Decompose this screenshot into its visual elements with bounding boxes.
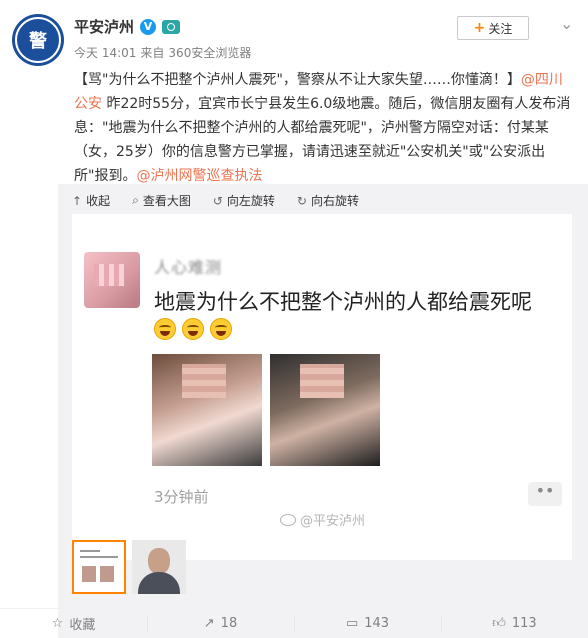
media-toolbar: ↑ 收起 ⌕ 查看大图 ↺ 向左旋转 ↻ 向右旋转 <box>72 192 359 209</box>
plus-icon: + <box>473 20 486 36</box>
like-count: 113 <box>511 616 537 631</box>
collapse-button[interactable]: ↑ 收起 <box>72 192 110 209</box>
thumbnail-strip <box>72 540 186 594</box>
laughing-emoji-icon <box>182 318 204 340</box>
like-icon: 👍︎ <box>492 616 506 631</box>
blurred-face <box>182 364 226 398</box>
account-avatar[interactable]: 警 <box>12 14 64 66</box>
post-time[interactable]: 今天 14:01 <box>74 44 136 61</box>
comment-button[interactable]: ▭ 143 <box>294 609 441 638</box>
collapse-icon: ↑ <box>72 193 83 208</box>
thumbnail-2[interactable] <box>132 540 186 594</box>
thumb-photo <box>100 566 114 582</box>
thumb-photo <box>82 566 96 582</box>
rotate-right-label: 向右旋转 <box>310 194 359 208</box>
screenshot-username: 人心难测 <box>154 258 223 277</box>
embedded-screenshot-image[interactable]: 人心难测 地震为什么不把整个泸州的人都给震死呢 3分钟前 •• <box>72 214 572 560</box>
thumbnail-1[interactable] <box>72 540 126 594</box>
media-panel: ↑ 收起 ⌕ 查看大图 ↺ 向左旋转 ↻ 向右旋转 人心难测 地震为什么不把整个… <box>58 184 588 638</box>
rotate-left-icon: ↺ <box>212 193 223 208</box>
screenshot-time: 3分钟前 <box>154 488 209 506</box>
follow-label: 关注 <box>488 21 513 36</box>
like-button[interactable]: 👍︎ 113 <box>441 609 588 638</box>
blurred-face <box>300 364 344 398</box>
blurred-face <box>94 264 124 286</box>
thumb-line <box>80 556 118 558</box>
laughing-emoji-icon <box>154 318 176 340</box>
account-name[interactable]: 平安泸州 <box>74 16 134 37</box>
collapse-label: 收起 <box>86 194 111 208</box>
verified-icon[interactable]: V <box>140 18 157 35</box>
favorite-label: 收藏 <box>69 618 96 633</box>
weibo-eye-icon <box>280 513 296 526</box>
post-headline: 【骂"为什么不把整个泸州人震死"，警察从不让大家失望……你懂滴！】 <box>74 72 521 88</box>
star-icon: ☆ <box>51 616 64 631</box>
zoom-icon: ⌕ <box>132 193 139 207</box>
share-button[interactable]: ↗ 18 <box>147 609 294 638</box>
comment-count: 143 <box>364 616 390 631</box>
follow-button[interactable]: + 关注 <box>457 16 529 40</box>
emoji-row <box>154 318 232 340</box>
portrait-body <box>138 572 180 594</box>
post-header: 警 平安泸州 V 今天 14:01 来自 360安全浏览器 + 关注 <box>0 0 588 68</box>
view-large-button[interactable]: ⌕ 查看大图 <box>132 192 191 209</box>
action-bar: ☆ 收藏 ↗ 18 ▭ 143 👍︎ 113 <box>0 608 588 638</box>
screenshot-avatar <box>84 252 140 308</box>
mention-link-luzhou[interactable]: @泸州网警巡查执法 <box>136 168 262 184</box>
screenshot-more-icon: •• <box>528 482 562 506</box>
member-camera-icon[interactable] <box>162 19 181 34</box>
watermark-text: @平安泸州 <box>300 514 366 529</box>
view-large-label: 查看大图 <box>142 194 191 208</box>
account-name-row: 平安泸州 V <box>74 16 181 37</box>
rotate-right-button[interactable]: ↻ 向右旋转 <box>297 192 359 209</box>
laughing-emoji-icon <box>210 318 232 340</box>
share-count: 18 <box>220 616 238 631</box>
favorite-button[interactable]: ☆ 收藏 <box>0 609 147 638</box>
post-meta: 今天 14:01 来自 360安全浏览器 <box>74 44 251 61</box>
comment-icon: ▭ <box>345 616 359 631</box>
police-badge-icon: 警 <box>15 17 61 63</box>
portrait-head <box>148 548 170 574</box>
rotate-right-icon: ↻ <box>296 193 307 208</box>
source-prefix: 来自 <box>140 46 165 60</box>
share-icon: ↗ <box>203 616 215 631</box>
screenshot-post-text: 地震为什么不把整个泸州的人都给震死呢 <box>154 290 532 314</box>
post-source: 360安全浏览器 <box>168 46 252 60</box>
chevron-down-icon[interactable] <box>558 14 574 36</box>
screenshot-photo-1 <box>152 354 262 466</box>
watermark: @平安泸州 <box>280 510 365 529</box>
thumb-line <box>80 550 100 552</box>
rotate-left-label: 向左旋转 <box>226 194 275 208</box>
screenshot-photo-2 <box>270 354 380 466</box>
rotate-left-button[interactable]: ↺ 向左旋转 <box>213 192 275 209</box>
post-text: 【骂"为什么不把整个泸州人震死"，警察从不让大家失望……你懂滴！】@四川公安 昨… <box>74 68 574 188</box>
